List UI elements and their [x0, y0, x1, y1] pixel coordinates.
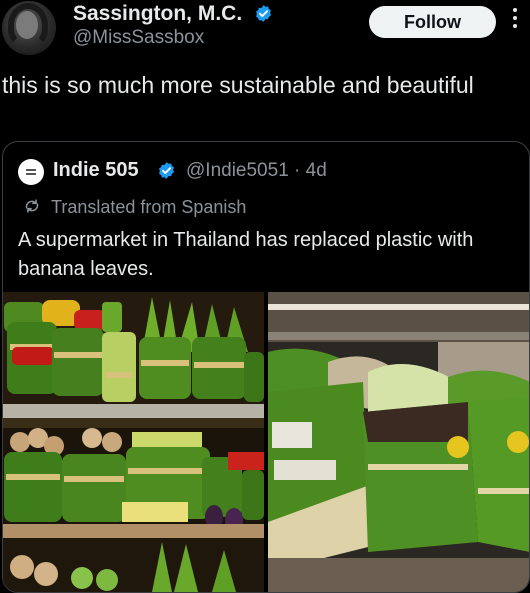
verified-badge-icon — [159, 162, 174, 179]
translated-label[interactable]: Translated from Spanish — [51, 197, 246, 218]
author-display-name[interactable]: Sassington, M.C. — [73, 2, 242, 26]
follow-button[interactable]: Follow — [369, 6, 496, 38]
quoted-author-name[interactable]: Indie 505 — [53, 159, 139, 182]
supermarket-shelf-photo-right[interactable] — [268, 292, 529, 592]
media-grid[interactable] — [3, 292, 529, 592]
verified-badge-icon — [256, 5, 271, 22]
quoted-tweet-card[interactable]: Indie 505 @Indie5051 · 4d Translated fro… — [2, 141, 530, 593]
quoted-author-avatar[interactable] — [18, 159, 44, 185]
more-vertical-icon[interactable] — [512, 8, 518, 32]
quoted-tweet-text: A supermarket in Thailand has replaced p… — [18, 229, 474, 280]
author-avatar[interactable] — [2, 1, 56, 55]
tweet-text: this is so much more sustainable and bea… — [2, 72, 474, 98]
quoted-handle-time[interactable]: @Indie5051 · 4d — [186, 160, 327, 182]
translate-icon — [25, 199, 39, 213]
supermarket-shelf-photo-left[interactable] — [3, 292, 264, 592]
author-handle[interactable]: @MissSassbox — [73, 27, 204, 49]
